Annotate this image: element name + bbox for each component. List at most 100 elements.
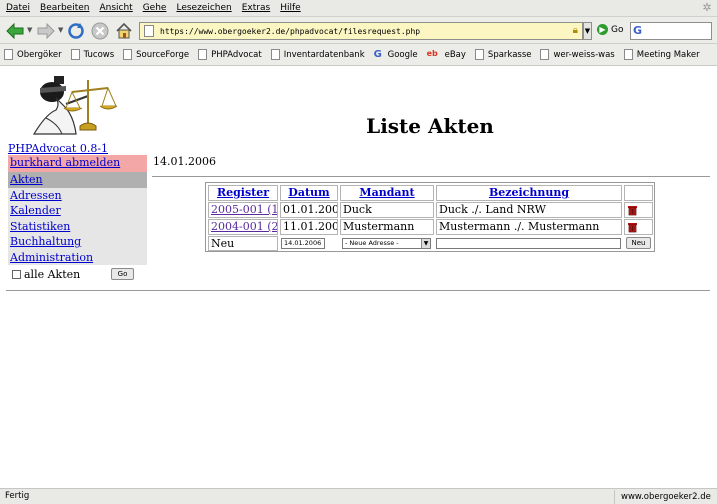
ebay-icon: eb — [426, 49, 438, 58]
datum-cell: 11.01.2004 — [280, 219, 338, 235]
status-bar: Fertig www.obergoeker2.de 🔒︎ — [0, 488, 717, 504]
bookmark-obergoeker[interactable]: Obergöker — [4, 49, 62, 60]
lock-icon[interactable]: 🔒︎ — [573, 25, 578, 36]
address-bar[interactable]: https://www.obergoeker2.de/phpadvocat/fi… — [139, 22, 583, 40]
bookmark-ebay[interactable]: eb eBay — [427, 49, 466, 60]
google-icon: G — [633, 24, 643, 37]
stop-icon[interactable] — [90, 21, 110, 41]
new-file-button[interactable]: Neu — [626, 237, 651, 249]
go-button[interactable]: ▶ Go — [597, 24, 623, 35]
menu-datei[interactable]: Datei — [6, 3, 30, 13]
register-link[interactable]: 2005-001 (1) — [211, 203, 277, 216]
bookmark-sparkasse[interactable]: Sparkasse — [474, 49, 531, 60]
chevron-down-icon: ▼ — [421, 239, 430, 248]
justice-logo — [32, 76, 118, 135]
bookmark-meeting-maker[interactable]: Meeting Maker — [623, 49, 700, 60]
bookmark-label: Tucows — [83, 49, 115, 60]
reload-icon[interactable] — [66, 21, 86, 41]
trash-icon[interactable] — [627, 222, 638, 233]
bookmark-label: eBay — [444, 49, 466, 60]
register-link[interactable]: 2004-001 (2) — [211, 220, 277, 233]
table-row: 2005-001 (1) — [208, 202, 278, 218]
logout-link[interactable]: burkhard abmelden — [8, 155, 147, 172]
bookmark-folder-icon — [123, 49, 133, 60]
menu-hilfe[interactable]: Hilfe — [280, 3, 300, 13]
bookmark-folder-icon — [70, 49, 80, 60]
mandant-cell: Mustermann — [340, 219, 434, 235]
bookmark-label: Meeting Maker — [636, 49, 700, 60]
sidebar-item-buchhaltung[interactable]: Buchhaltung — [8, 234, 147, 250]
datum-cell: 01.01.2005 — [280, 202, 338, 218]
column-header-datum[interactable]: Datum — [280, 185, 338, 201]
bookmark-wer-weiss-was[interactable]: wer-weiss-was — [540, 49, 615, 60]
column-header-mandant[interactable]: Mandant — [340, 185, 434, 201]
menu-gehe[interactable]: Gehe — [143, 3, 167, 13]
bookmark-tucows[interactable]: Tucows — [70, 49, 115, 60]
mandant-cell: Duck — [340, 202, 434, 218]
back-dropdown-icon[interactable]: ▼ — [27, 26, 33, 36]
menu-ansicht[interactable]: Ansicht — [99, 3, 132, 13]
forward-arrow-icon[interactable] — [36, 21, 56, 41]
sidebar-item-adressen[interactable]: Adressen — [8, 188, 147, 204]
search-input[interactable]: G — [630, 22, 712, 40]
client-select-value: - Neue Adresse - — [345, 239, 399, 247]
bookmark-label: PHPAdvocat — [211, 49, 262, 60]
sidebar-item-statistiken[interactable]: Statistiken — [8, 219, 147, 235]
forward-dropdown-icon[interactable]: ▼ — [58, 26, 64, 36]
status-host: www.obergoeker2.de 🔒︎ — [614, 490, 717, 504]
bookmark-folder-icon — [474, 49, 484, 60]
menu-bearbeiten[interactable]: Bearbeiten — [40, 3, 89, 13]
bookmark-phpadvocat[interactable]: PHPAdvocat — [198, 49, 262, 60]
back-arrow-icon[interactable] — [5, 21, 25, 41]
bookmark-folder-icon — [270, 49, 280, 60]
bezeichnung-cell: Duck ./. Land NRW — [436, 202, 622, 218]
bookmark-folder-icon — [198, 49, 208, 60]
status-text: Fertig — [5, 491, 30, 501]
address-text: https://www.obergoeker2.de/phpadvocat/fi… — [160, 26, 421, 36]
all-files-option: alle Akten — [12, 268, 80, 281]
go-label: Go — [611, 24, 624, 35]
column-header-actions — [624, 185, 653, 201]
sidebar-nav: Akten Adressen Kalender Statistiken Buch… — [8, 172, 147, 265]
bookmark-google[interactable]: G Google — [374, 49, 418, 60]
menu-extras[interactable]: Extras — [242, 3, 270, 13]
sidebar-item-akten[interactable]: Akten — [8, 172, 147, 188]
page-icon — [144, 25, 154, 37]
all-files-checkbox[interactable] — [12, 270, 21, 279]
bookmark-label: Obergöker — [17, 49, 62, 60]
bookmark-sourceforge[interactable]: SourceForge — [123, 49, 189, 60]
go-icon: ▶ — [597, 24, 608, 35]
status-host-label: www.obergoeker2.de — [621, 492, 711, 502]
actions-cell — [624, 219, 653, 235]
sidebar-item-administration[interactable]: Administration — [8, 250, 147, 266]
bookmark-folder-icon — [4, 49, 13, 60]
all-files-label: alle Akten — [24, 268, 81, 281]
filter-go-button[interactable]: Go — [111, 268, 134, 280]
description-input[interactable] — [436, 238, 621, 249]
bookmark-label: wer-weiss-was — [553, 49, 615, 60]
current-date: 14.01.2006 — [153, 155, 216, 168]
divider-bottom — [6, 290, 710, 291]
bookmark-label: Google — [387, 49, 418, 60]
menu-lesezeichen[interactable]: Lesezeichen — [176, 3, 231, 13]
address-dropdown-icon[interactable]: ▼ — [583, 22, 592, 40]
client-select[interactable]: - Neue Adresse - ▼ — [342, 238, 431, 249]
bookmark-folder-icon — [623, 49, 633, 60]
files-table: Register Datum Mandant Bezeichnung 2005-… — [205, 182, 655, 252]
trash-icon[interactable] — [627, 205, 638, 216]
google-icon: G — [373, 49, 382, 60]
menu-bar: Datei Bearbeiten Ansicht Gehe Lesezeiche… — [0, 0, 717, 17]
column-header-register[interactable]: Register — [208, 185, 278, 201]
app-version-link[interactable]: PHPAdvocat 0.8-1 — [8, 142, 108, 155]
home-icon[interactable] — [114, 21, 134, 41]
sidebar-item-kalender[interactable]: Kalender — [8, 203, 147, 219]
divider-top — [152, 176, 710, 177]
new-date-input[interactable]: 14.01.2006 — [281, 238, 325, 249]
new-row-label: Neu — [208, 236, 278, 251]
column-header-bezeichnung[interactable]: Bezeichnung — [436, 185, 622, 201]
bookmark-inventardatenbank[interactable]: Inventardatenbank — [270, 49, 365, 60]
actions-cell — [624, 202, 653, 218]
table-row: 2004-001 (2) — [208, 219, 278, 235]
bookmark-label: SourceForge — [136, 49, 190, 60]
bookmarks-toolbar: Obergöker Tucows SourceForge PHPAdvocat … — [0, 44, 717, 66]
